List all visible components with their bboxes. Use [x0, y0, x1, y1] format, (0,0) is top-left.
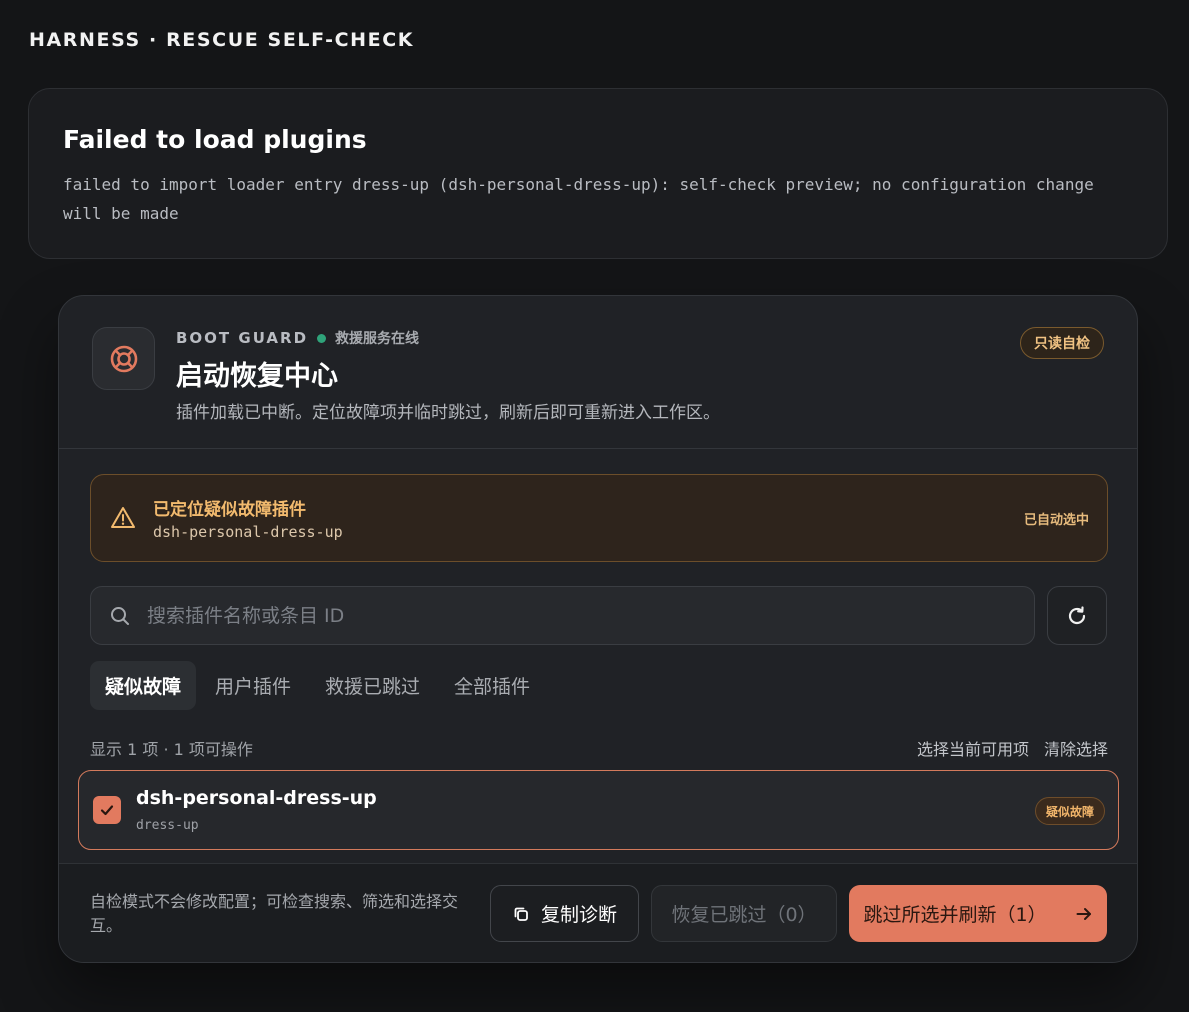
tab-all-plugins[interactable]: 全部插件: [439, 661, 545, 710]
list-actions: 选择当前可用项 清除选择: [917, 736, 1108, 760]
search-box[interactable]: [90, 586, 1035, 645]
online-status-dot: [317, 333, 327, 343]
plugin-checkbox[interactable]: [93, 796, 121, 824]
status-text: 救援服务在线: [335, 331, 420, 347]
check-icon: [100, 805, 114, 816]
filter-tabs: 疑似故障 用户插件 救援已跳过 全部插件: [90, 661, 549, 710]
status-badge: 疑似故障: [1034, 797, 1105, 825]
plugin-name: dsh-personal-dress-up: [136, 787, 377, 809]
copy-diagnostics-button[interactable]: 复制诊断: [490, 885, 639, 942]
tab-rescue-skipped[interactable]: 救援已跳过: [310, 661, 435, 710]
refresh-button[interactable]: [1047, 586, 1107, 645]
select-available-link[interactable]: 选择当前可用项: [917, 736, 1029, 760]
error-message: failed to import loader entry dress-up (…: [63, 175, 1094, 223]
kicker-label: BOOT GUARD: [176, 329, 309, 347]
search-input[interactable]: [147, 595, 1007, 636]
copy-label: 复制诊断: [540, 904, 617, 926]
skip-label: 跳过所选并刷新（1）: [863, 904, 1047, 926]
list-item[interactable]: dsh-personal-dress-up dress-up 疑似故障: [78, 770, 1119, 850]
lifebuoy-icon: [92, 327, 155, 390]
panel-header: BOOT GUARD 救援服务在线 启动恢复中心 插件加载已中断。定位故障项并临…: [59, 296, 1137, 449]
tab-user-plugins[interactable]: 用户插件: [200, 661, 306, 710]
restore-skipped-button[interactable]: 恢复已跳过（0）: [651, 885, 837, 942]
readonly-badge: 只读自检: [1020, 327, 1104, 359]
plugin-entry: dress-up: [136, 818, 199, 833]
alert-plugin-id: dsh-personal-dress-up: [153, 523, 343, 541]
panel-title: 启动恢复中心: [176, 361, 338, 392]
alert-status: 已自动选中: [1023, 513, 1089, 528]
warning-triangle-icon: [111, 507, 135, 528]
tab-suspect[interactable]: 疑似故障: [90, 661, 197, 710]
skip-and-refresh-button[interactable]: 跳过所选并刷新（1）: [849, 885, 1107, 942]
copy-icon: [514, 907, 528, 921]
alert-title: 已定位疑似故障插件: [153, 500, 306, 520]
panel-subtitle: 插件加载已中断。定位故障项并临时跳过，刷新后即可重新进入工作区。: [176, 403, 720, 423]
page: HARNESS · RESCUE SELF-CHECK Failed to lo…: [0, 0, 1189, 1012]
restore-label: 恢复已跳过（0）: [671, 904, 817, 926]
boot-guard-panel: BOOT GUARD 救援服务在线 启动恢复中心 插件加载已中断。定位故障项并临…: [58, 295, 1138, 963]
arrow-right-icon: [1076, 907, 1091, 920]
clear-selection-link[interactable]: 清除选择: [1044, 736, 1108, 760]
refresh-icon: [1068, 605, 1086, 624]
suspect-plugin-alert: 已定位疑似故障插件 dsh-personal-dress-up 已自动选中: [90, 474, 1108, 562]
app-title: HARNESS · RESCUE SELF-CHECK: [29, 29, 415, 51]
footer-note: 自检模式不会修改配置；可检查搜索、筛选和选择交互。: [90, 892, 459, 935]
footer-bar: 自检模式不会修改配置；可检查搜索、筛选和选择交互。 复制诊断 恢复已跳过（0） …: [59, 863, 1137, 962]
error-card: Failed to load plugins failed to import …: [28, 88, 1168, 259]
error-title: Failed to load plugins: [63, 125, 367, 154]
panel-kicker: BOOT GUARD 救援服务在线: [176, 328, 419, 348]
list-count: 显示 1 项 · 1 项可操作: [90, 740, 253, 759]
search-icon: [111, 606, 129, 625]
